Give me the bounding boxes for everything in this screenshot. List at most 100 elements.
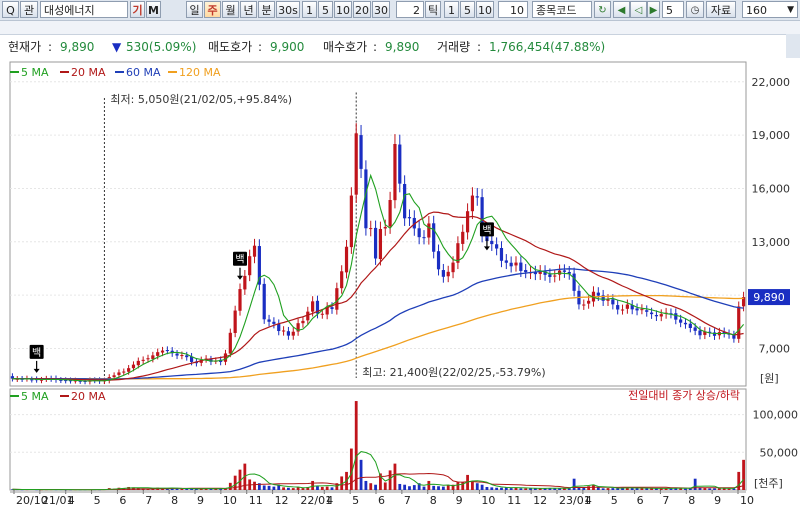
candle-body [432, 223, 436, 252]
candle-body [156, 352, 160, 356]
x-tick-label: 5 [94, 494, 101, 507]
signal-badge-label: 백 [482, 224, 491, 236]
volume-tick-label: 100,000 [753, 409, 799, 422]
candle-body [277, 323, 281, 332]
volume-bar [446, 485, 450, 490]
x-tick-label: 7 [662, 494, 669, 507]
x-tick-label: 11 [249, 494, 263, 507]
x-tick-label: 5 [611, 494, 618, 507]
x-tick-label: 11 [507, 494, 521, 507]
volume-bar [601, 488, 605, 490]
candle-body [340, 271, 344, 289]
x-tick-label: 12 [275, 494, 289, 507]
volume-bar [180, 488, 184, 490]
candle-body [286, 331, 291, 336]
candle-body [330, 307, 334, 309]
candle-body [461, 231, 465, 244]
candle-body [136, 360, 140, 366]
x-tick-label: 7 [404, 494, 411, 507]
candle-body [495, 244, 499, 249]
candle-body [504, 260, 508, 263]
signal-badge-label: 백 [235, 254, 244, 266]
volume-bar [524, 488, 528, 490]
candle-body [640, 309, 644, 311]
candle-body [625, 304, 629, 309]
candle-body [417, 228, 421, 238]
x-tick-label: 4 [585, 494, 592, 507]
volume-bar [267, 485, 271, 490]
volume-bar [311, 480, 315, 490]
x-tick-label: 8 [430, 494, 437, 507]
candle-body [422, 237, 426, 239]
x-tick-label: 5 [352, 494, 359, 507]
low-annotation: 최저: 5,050원(21/02/05,+95.84%) [110, 93, 292, 106]
candle-body [436, 251, 441, 270]
candle-body [553, 275, 557, 277]
volume-bar [364, 480, 368, 490]
volume-bar [708, 488, 712, 490]
volume-ma20-line [12, 472, 744, 491]
volume-bar [253, 481, 256, 490]
volume-bar [485, 486, 489, 490]
volume-bar [408, 486, 411, 490]
ma60-line [12, 268, 744, 380]
volume-bar [509, 488, 513, 490]
candle-body [582, 304, 586, 306]
candle-body [398, 144, 402, 184]
signal-arrow-head [237, 275, 243, 280]
candle-body [291, 331, 295, 336]
volume-bar [301, 488, 305, 490]
candle-body [131, 364, 136, 369]
candle-body [369, 228, 373, 230]
volume-bar [320, 486, 324, 490]
x-tick-label: 8 [171, 494, 178, 507]
candle-body [359, 135, 363, 169]
price-unit-label: [원] [760, 372, 779, 385]
volume-bar [393, 463, 397, 490]
candle-body [320, 313, 324, 315]
candle-body [620, 309, 625, 311]
candle-body [267, 319, 271, 322]
candle-body [470, 195, 475, 212]
volume-bar [422, 486, 426, 490]
candle-body [683, 322, 688, 325]
candle-body [383, 227, 387, 229]
candle-body [165, 350, 169, 352]
candle-body [693, 327, 697, 331]
volume-bar [640, 488, 644, 490]
x-tick-label: 4 [326, 494, 333, 507]
volume-ma5-line [12, 451, 744, 491]
candle-body [393, 144, 397, 201]
candle-body [117, 372, 121, 375]
price-panel-frame [9, 61, 747, 387]
volume-bar [359, 459, 363, 490]
volume-bar [316, 486, 319, 490]
volume-bar [412, 485, 416, 490]
candle-body [122, 371, 126, 373]
signal-arrow-head [33, 368, 40, 373]
x-tick-label: 6 [637, 494, 644, 507]
candle-body [272, 321, 276, 324]
signal-badge-label: 백 [32, 347, 41, 359]
volume-bar [703, 488, 707, 490]
candle-body [562, 270, 567, 272]
candle-body [572, 273, 576, 291]
price-volume-chart: 7,00010,00013,00016,00019,00022,000[원]50… [9, 61, 799, 507]
x-tick-label: 9 [456, 494, 463, 507]
volume-bar [374, 484, 377, 490]
price-tick-label: 16,000 [752, 182, 791, 195]
volume-bar [262, 485, 266, 490]
candle-body [185, 355, 189, 358]
candle-body [223, 353, 228, 362]
candle-body [679, 319, 683, 323]
candle-body [587, 300, 591, 304]
volume-bar [635, 488, 639, 490]
candle-body [514, 262, 518, 266]
volume-legend-label: 20 MA [71, 390, 106, 403]
price-tick-label: 19,000 [752, 129, 791, 142]
candle-body [112, 375, 116, 378]
candle-body [490, 240, 494, 245]
current-price-label: 9,890 [753, 291, 785, 304]
volume-bar [287, 487, 290, 490]
candle-body [378, 228, 383, 260]
